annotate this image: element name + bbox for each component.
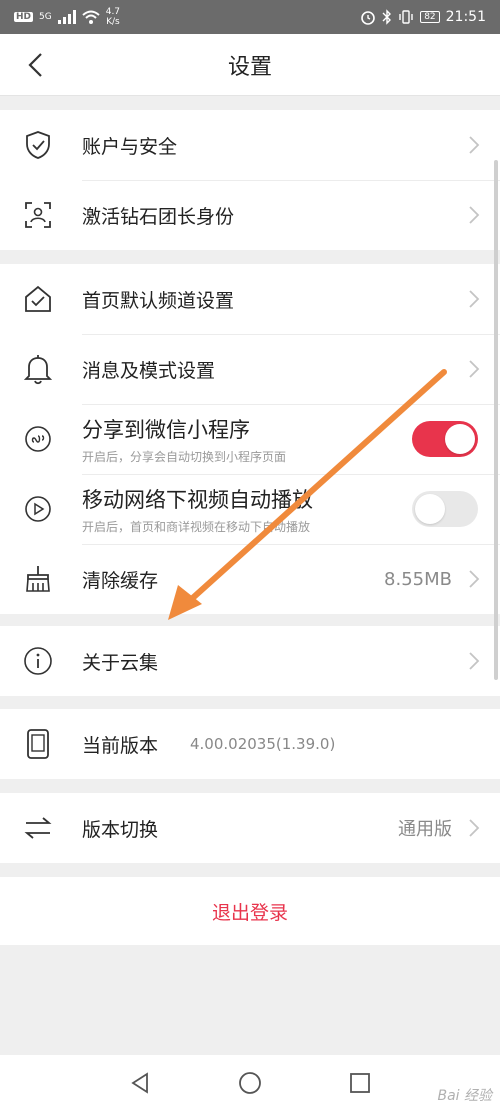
share-miniprogram-toggle[interactable] xyxy=(412,421,478,457)
chevron-left-icon xyxy=(28,53,42,77)
system-recents-button[interactable] xyxy=(345,1068,375,1098)
row-label: 当前版本 xyxy=(82,734,159,757)
status-bar: HD 5G 4.7 K/s 82 21:51 xyxy=(0,0,500,34)
logout-group: 退出登录 xyxy=(0,877,500,945)
version-switch-row[interactable]: 版本切换 通用版 xyxy=(0,793,500,863)
row-subtitle: 开启后，首页和商详视频在移动下自动播放 xyxy=(82,519,311,534)
triangle-back-icon xyxy=(131,1072,148,1094)
system-nav-bar: Bai 经验 xyxy=(0,1055,500,1111)
row-label: 分享到微信小程序 xyxy=(82,417,250,442)
chevron-right-icon xyxy=(469,136,480,154)
about-group: 关于云集 xyxy=(0,626,500,696)
clear-cache-row[interactable]: 清除缓存 8.55MB xyxy=(0,544,500,614)
row-label: 账户与安全 xyxy=(82,135,178,158)
message-mode-row[interactable]: 消息及模式设置 xyxy=(0,334,500,404)
chevron-right-icon xyxy=(469,206,480,224)
version-group: 当前版本 4.00.02035(1.39.0) xyxy=(0,709,500,779)
version-number: 4.00.02035(1.39.0) xyxy=(190,735,336,753)
swap-arrows-icon xyxy=(22,812,54,844)
watermark: Bai 经验 xyxy=(437,1088,492,1104)
row-label: 首页默认频道设置 xyxy=(82,289,235,312)
system-home-button[interactable] xyxy=(235,1068,265,1098)
shield-check-icon xyxy=(22,129,54,161)
row-label: 激活钻石团长身份 xyxy=(82,205,235,228)
cache-size: 8.55MB xyxy=(384,568,452,590)
phone-icon xyxy=(22,728,54,760)
row-subtitle: 开启后，分享会自动切换到小程序页面 xyxy=(82,449,287,464)
bell-icon xyxy=(22,353,54,385)
clock: 21:51 xyxy=(445,9,486,25)
video-autoplay-row: 移动网络下视频自动播放 开启后，首页和商详视频在移动下自动播放 xyxy=(0,474,500,544)
page-title: 设置 xyxy=(227,54,272,80)
wifi-icon xyxy=(82,10,100,24)
row-label: 清除缓存 xyxy=(82,569,159,592)
about-row[interactable]: 关于云集 xyxy=(0,626,500,696)
alarm-icon xyxy=(361,11,375,25)
info-icon xyxy=(22,645,54,677)
scrollbar[interactable] xyxy=(494,160,498,680)
signal-icon xyxy=(57,10,76,24)
row-label: 消息及模式设置 xyxy=(82,359,216,382)
play-circle-icon xyxy=(22,493,54,525)
miniprogram-icon xyxy=(22,423,54,455)
home-channel-row[interactable]: 首页默认频道设置 xyxy=(0,264,500,334)
battery-indicator: 82 xyxy=(420,11,440,23)
row-label: 移动网络下视频自动播放 xyxy=(82,487,313,512)
current-version-row: 当前版本 4.00.02035(1.39.0) xyxy=(0,709,500,779)
account-group: 账户与安全 激活钻石团长身份 xyxy=(0,110,500,250)
circle-home-icon xyxy=(239,1072,261,1094)
logout-button[interactable]: 退出登录 xyxy=(0,877,500,945)
video-autoplay-toggle[interactable] xyxy=(412,491,478,527)
chevron-right-icon xyxy=(469,570,480,588)
home-check-icon xyxy=(22,283,54,315)
account-security-row[interactable]: 账户与安全 xyxy=(0,110,500,180)
broom-icon xyxy=(22,563,54,595)
network-speed: 4.7 K/s xyxy=(105,7,121,27)
settings-group: 首页默认频道设置 消息及模式设置 分享到微信小程序 开启后，分享会自动切换到小程… xyxy=(0,264,500,614)
share-miniprogram-row: 分享到微信小程序 开启后，分享会自动切换到小程序页面 xyxy=(0,404,500,474)
bluetooth-icon xyxy=(382,9,392,25)
square-recents-icon xyxy=(350,1073,370,1093)
nav-bar: 设置 xyxy=(0,34,500,96)
row-label: 关于云集 xyxy=(82,651,159,674)
activate-diamond-row[interactable]: 激活钻石团长身份 xyxy=(0,180,500,250)
user-scan-icon xyxy=(22,199,54,231)
chevron-right-icon xyxy=(469,819,480,837)
row-label: 版本切换 xyxy=(82,818,159,841)
chevron-right-icon xyxy=(469,652,480,670)
hd-indicator: HD xyxy=(14,12,34,22)
chevron-right-icon xyxy=(469,290,480,308)
network-type: 5G xyxy=(39,12,52,22)
back-button[interactable] xyxy=(18,48,52,82)
chevron-right-icon xyxy=(469,360,480,378)
switch-group: 版本切换 通用版 xyxy=(0,793,500,863)
vibrate-icon xyxy=(399,10,413,24)
system-back-button[interactable] xyxy=(125,1068,155,1098)
version-type: 通用版 xyxy=(398,819,452,840)
